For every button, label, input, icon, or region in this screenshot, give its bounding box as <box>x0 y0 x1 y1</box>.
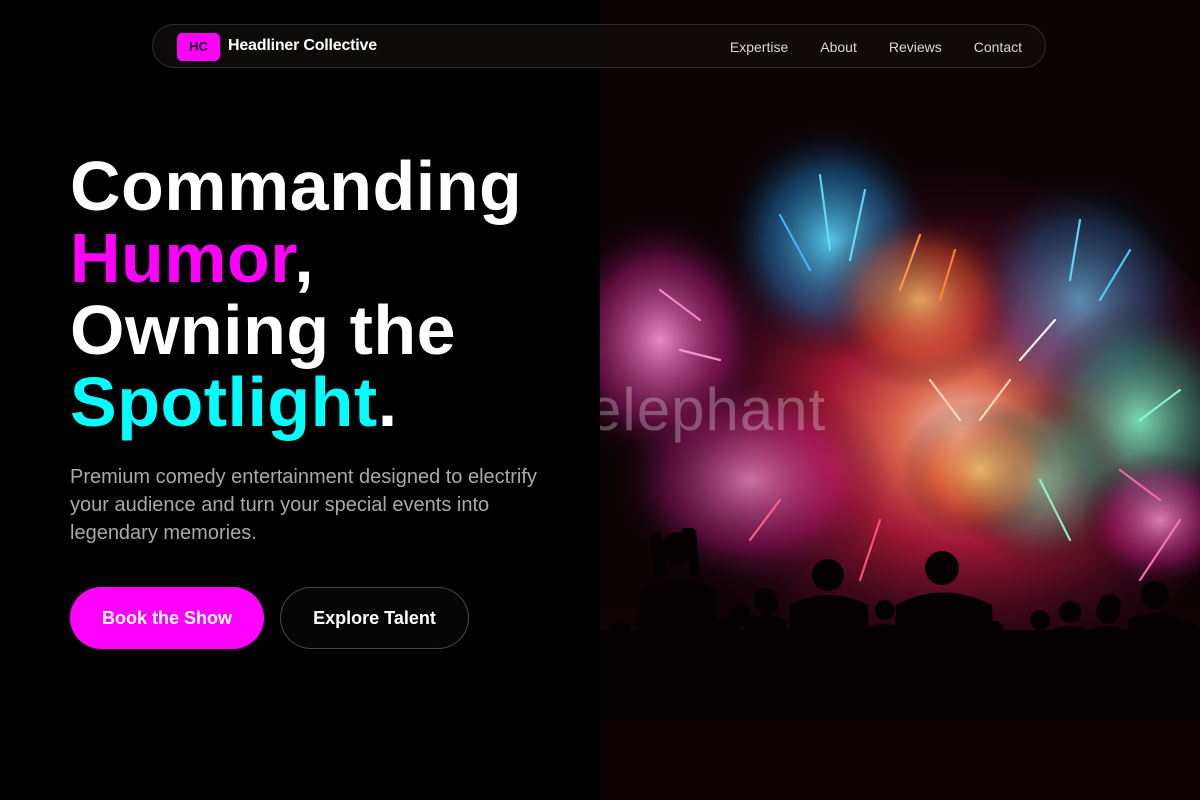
nav-link-contact[interactable]: Contact <box>974 39 1022 55</box>
nav-link-about[interactable]: About <box>820 39 857 55</box>
headline-line-4: Spotlight. <box>70 366 522 438</box>
brand-name[interactable]: Headliner Collective <box>228 37 377 55</box>
nav-link-expertise[interactable]: Expertise <box>730 39 788 55</box>
nav-links: Expertise About Reviews Contact <box>730 25 1022 69</box>
image-watermark: elephant <box>600 376 827 443</box>
nav-link-reviews[interactable]: Reviews <box>889 39 942 55</box>
book-the-show-button[interactable]: Book the Show <box>70 587 264 649</box>
headline-line-2: Humor, <box>70 222 522 294</box>
headline-line-1: Commanding <box>70 147 523 225</box>
top-nav: HC Headliner Collective Expertise About … <box>152 24 1046 68</box>
explore-talent-button[interactable]: Explore Talent <box>280 587 469 649</box>
headline-line-3: Owning the <box>70 291 457 369</box>
hero-headline: Commanding Humor, Owning the Spotlight. <box>70 150 522 438</box>
hero-subtitle: Premium comedy entertainment designed to… <box>70 466 537 544</box>
headline-accent-spotlight: Spotlight <box>70 363 378 441</box>
headline-comma: , <box>294 219 315 297</box>
logo-badge[interactable]: HC <box>177 33 220 61</box>
headline-period: . <box>377 363 398 441</box>
headline-accent-humor: Humor <box>70 219 295 297</box>
hero-image: elephant <box>600 0 1200 800</box>
